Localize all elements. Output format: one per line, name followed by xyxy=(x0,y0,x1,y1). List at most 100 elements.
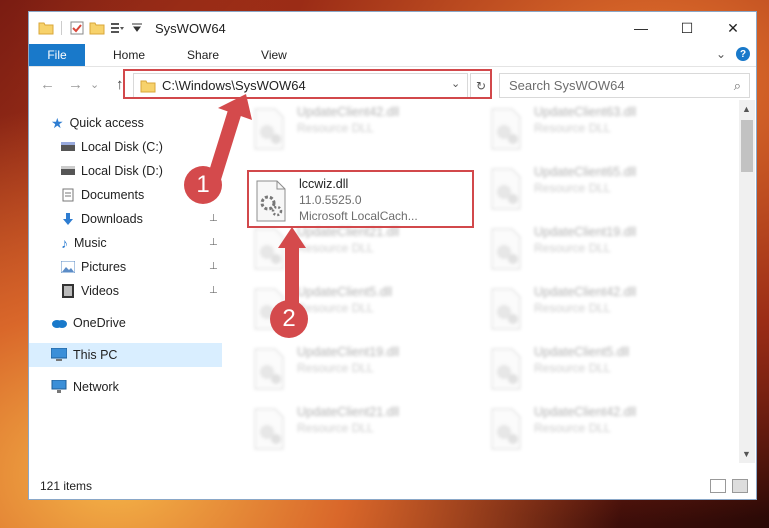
file-desc: Resource DLL xyxy=(534,361,611,375)
recent-locations-button[interactable]: ⌄ xyxy=(90,78,99,91)
vertical-scrollbar[interactable]: ▲ ▼ xyxy=(739,100,755,463)
tab-view[interactable]: View xyxy=(247,48,301,62)
customize-toolbar-icon[interactable] xyxy=(109,20,125,36)
pin-icon[interactable]: ⊥ xyxy=(209,237,218,248)
search-box[interactable]: Search SysWOW64 ⌕ xyxy=(499,73,750,98)
ribbon-tabs: File Home Share View ⌄ ? xyxy=(29,44,756,67)
file-name: UpdateClient5.dll xyxy=(534,345,630,359)
file-list: UpdateClient42.dll Resource DLL UpdateCli… xyxy=(247,100,739,463)
download-icon xyxy=(63,213,73,225)
navigation-bar: ← → ⌄ ↑ C:\Windows\SysWOW64 ⌄ ↻ Search S… xyxy=(29,67,756,101)
sidebar-item-label: Downloads xyxy=(81,212,143,226)
pin-icon[interactable]: ⊥ xyxy=(209,261,218,272)
list-item[interactable]: UpdateClient42.dll Resource DLL xyxy=(252,104,477,160)
folder-icon xyxy=(38,22,54,35)
item-count: 121 items xyxy=(40,479,93,493)
cloud-icon xyxy=(52,320,67,328)
file-name: UpdateClient42.dll xyxy=(534,405,637,419)
documents-icon xyxy=(62,188,74,202)
videos-icon xyxy=(62,284,74,298)
sidebar-item-local-disk-c[interactable]: Local Disk (C:) xyxy=(61,137,163,157)
list-item[interactable]: UpdateClient65.dll Resource DLL xyxy=(489,164,714,220)
list-item[interactable]: UpdateClient42.dll Resource DLL xyxy=(489,404,714,460)
sidebar-item-label: Network xyxy=(73,380,119,394)
sidebar-item-label: Quick access xyxy=(69,116,144,130)
drive-icon xyxy=(61,166,75,175)
view-switcher xyxy=(710,479,748,493)
ribbon-right: ⌄ ? xyxy=(716,47,750,61)
file-desc: Resource DLL xyxy=(534,181,611,195)
dll-file-icon xyxy=(254,408,284,450)
tab-share[interactable]: Share xyxy=(173,48,233,62)
sidebar-item-downloads[interactable]: Downloads xyxy=(61,209,143,229)
dropdown-arrow-icon[interactable] xyxy=(129,20,145,36)
file-name: UpdateClient65.dll xyxy=(534,165,637,179)
dll-file-icon xyxy=(491,168,521,210)
list-item[interactable]: UpdateClient21.dll Resource DLL xyxy=(252,224,477,280)
sidebar-item-label: Videos xyxy=(81,284,119,298)
list-item[interactable]: UpdateClient19.dll Resource DLL xyxy=(252,344,477,400)
pin-icon[interactable]: ⊥ xyxy=(209,285,218,296)
file-desc: Resource DLL xyxy=(297,301,374,315)
file-desc: Resource DLL xyxy=(297,241,374,255)
star-icon: ★ xyxy=(51,114,64,131)
search-input[interactable]: Search SysWOW64 xyxy=(509,78,625,93)
sidebar-item-this-pc[interactable]: This PC xyxy=(51,345,117,365)
file-name: UpdateClient5.dll xyxy=(297,285,393,299)
file-desc: Resource DLL xyxy=(534,121,611,135)
large-icons-view-icon[interactable] xyxy=(732,479,748,493)
scroll-up-icon[interactable]: ▲ xyxy=(742,104,751,114)
sidebar-item-videos[interactable]: Videos xyxy=(61,281,119,301)
scroll-down-icon[interactable]: ▼ xyxy=(742,449,751,459)
forward-button[interactable]: → xyxy=(68,76,83,93)
sidebar-item-label: Music xyxy=(74,236,107,250)
expand-ribbon-button[interactable]: ⌄ xyxy=(716,47,726,61)
file-name: UpdateClient21.dll xyxy=(297,405,400,419)
sidebar-item-label: OneDrive xyxy=(73,316,126,330)
sidebar-item-onedrive[interactable]: OneDrive xyxy=(51,313,126,333)
back-button[interactable]: ← xyxy=(40,76,55,93)
navigation-pane: ★ Quick access Local Disk (C:) Local Dis… xyxy=(29,100,223,465)
explorer-window: SysWOW64 — ☐ ✕ File Home Share View ⌄ ? … xyxy=(29,12,756,499)
sidebar-item-local-disk-d[interactable]: Local Disk (D:) xyxy=(61,161,163,181)
list-item[interactable]: UpdateClient21.dll Resource DLL xyxy=(252,404,477,460)
close-button[interactable]: ✕ xyxy=(710,12,756,44)
status-bar: 121 items xyxy=(29,473,756,499)
dll-file-icon xyxy=(491,288,521,330)
annotation-marker-2: 2 xyxy=(270,300,308,338)
list-item[interactable]: UpdateClient19.dll Resource DLL xyxy=(489,224,714,280)
sidebar-item-documents[interactable]: Documents xyxy=(61,185,144,205)
tab-file[interactable]: File xyxy=(29,44,85,66)
file-desc: Resource DLL xyxy=(297,121,374,135)
file-name: UpdateClient42.dll xyxy=(534,285,637,299)
annotation-marker-1: 1 xyxy=(184,166,222,204)
list-item[interactable]: UpdateClient5.dll Resource DLL xyxy=(489,344,714,400)
dll-file-icon xyxy=(254,108,284,150)
help-button[interactable]: ? xyxy=(736,47,750,61)
dll-file-icon xyxy=(491,348,521,390)
dll-file-icon xyxy=(254,228,284,270)
list-item[interactable]: UpdateClient63.dll Resource DLL xyxy=(489,104,714,160)
new-folder-icon[interactable] xyxy=(89,20,105,36)
pin-icon[interactable]: ⊥ xyxy=(209,213,218,224)
quick-access-toolbar xyxy=(38,20,145,36)
search-icon[interactable]: ⌕ xyxy=(734,78,741,94)
pictures-icon xyxy=(61,261,75,273)
sidebar-item-quick-access[interactable]: ★ Quick access xyxy=(51,113,144,133)
sidebar-item-label: Local Disk (D:) xyxy=(81,164,163,178)
sidebar-item-music[interactable]: ♪ Music xyxy=(61,233,107,253)
list-item[interactable]: UpdateClient42.dll Resource DLL xyxy=(489,284,714,340)
dll-file-icon xyxy=(254,348,284,390)
maximize-button[interactable]: ☐ xyxy=(664,12,710,44)
properties-icon[interactable] xyxy=(69,20,85,36)
window-title: SysWOW64 xyxy=(155,20,226,36)
minimize-button[interactable]: — xyxy=(618,12,664,44)
sidebar-item-network[interactable]: Network xyxy=(51,377,119,397)
sidebar-item-pictures[interactable]: Pictures xyxy=(61,257,126,277)
toolbar-divider xyxy=(61,21,62,35)
sidebar-item-label: Local Disk (C:) xyxy=(81,140,163,154)
file-name: UpdateClient63.dll xyxy=(534,105,637,119)
scrollbar-thumb[interactable] xyxy=(741,120,753,172)
tab-home[interactable]: Home xyxy=(99,48,159,62)
details-view-icon[interactable] xyxy=(710,479,726,493)
